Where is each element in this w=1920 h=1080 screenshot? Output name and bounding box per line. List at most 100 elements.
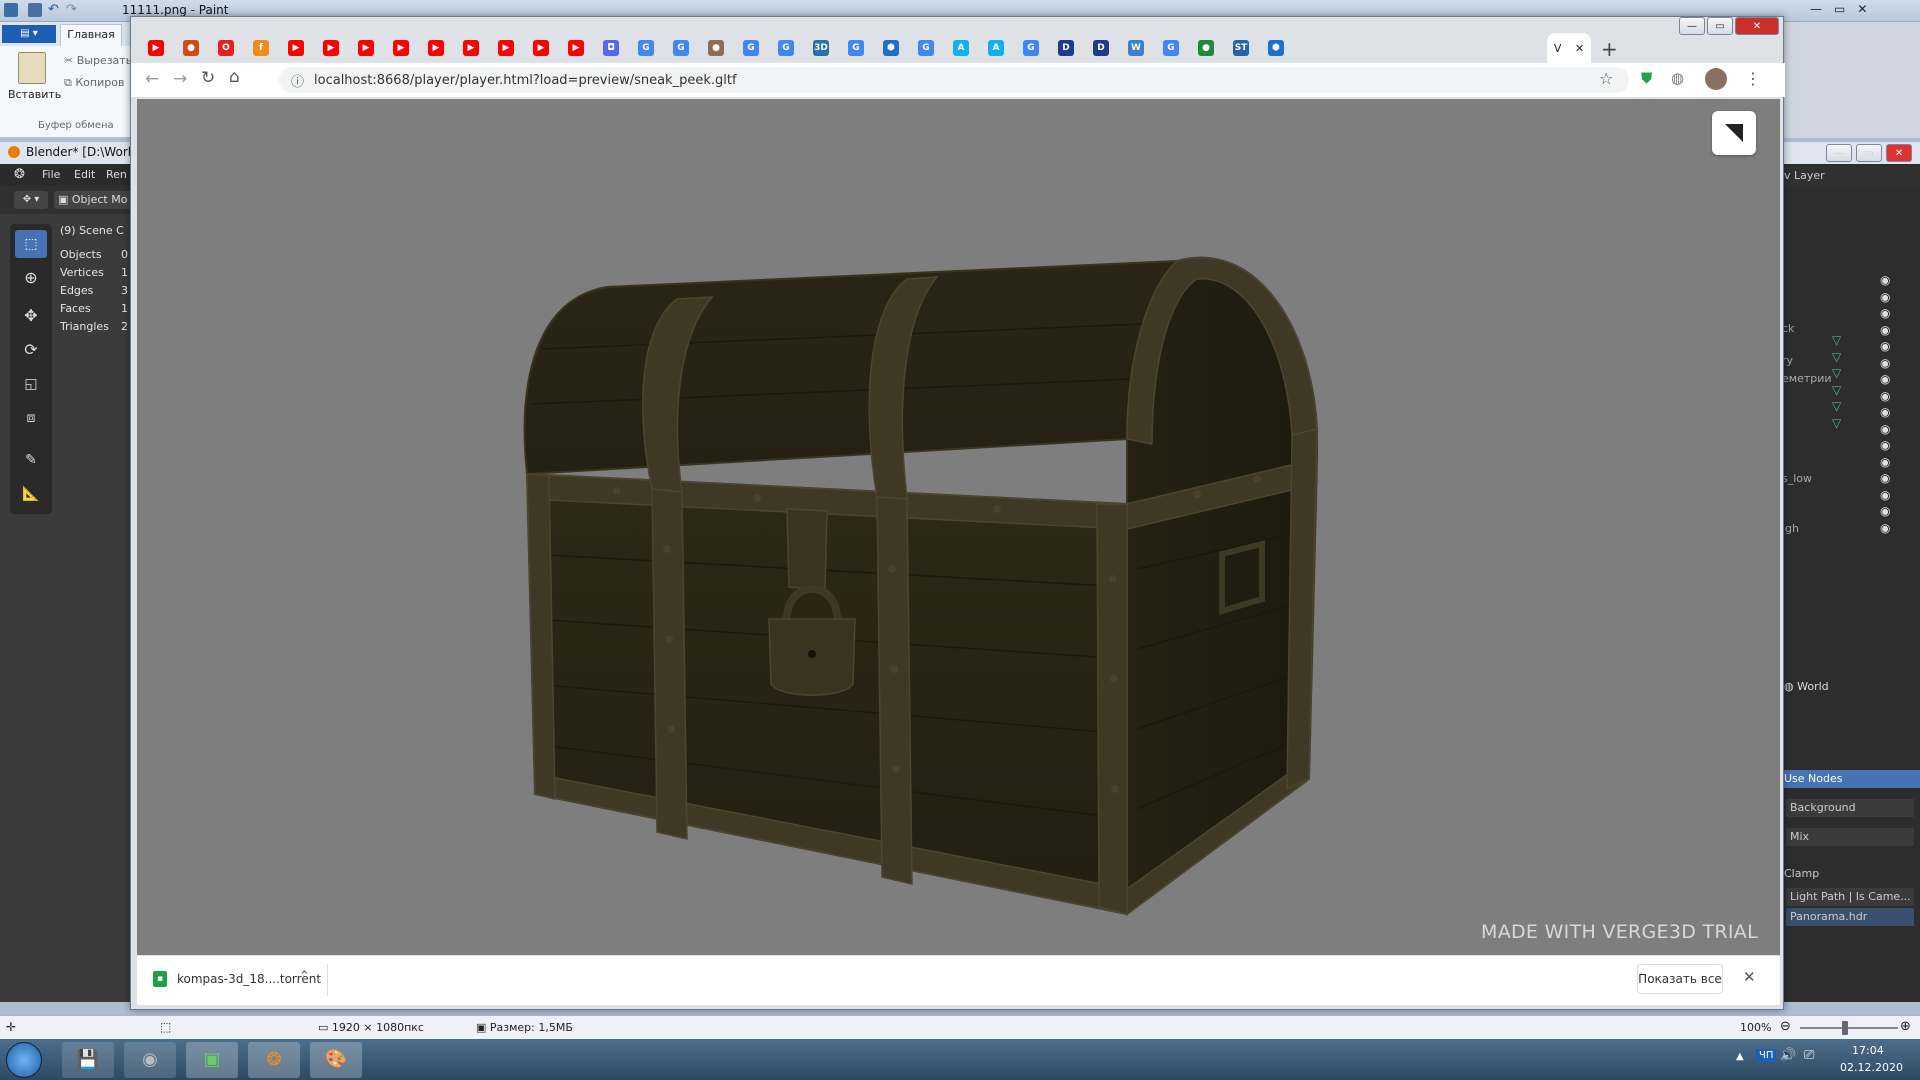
volume-icon[interactable]: 🔊 xyxy=(1780,1048,1796,1063)
fullscreen-button[interactable] xyxy=(1712,111,1756,155)
use-nodes-button[interactable]: Use Nodes xyxy=(1780,770,1920,788)
browser-tab[interactable]: ◘ xyxy=(592,33,630,63)
eye-icon[interactable]: ◉ ◉ ◉ ◉ ◉ ◉ ◉ ◉ ◉ ◉ ◉ ◉ ◉ ◉ ◉ ◉ xyxy=(1880,272,1890,536)
browser-tab[interactable]: ST xyxy=(1222,33,1260,63)
outliner-item[interactable]: igh xyxy=(1782,522,1799,535)
file-menu-button[interactable]: ▤ ▾ xyxy=(2,25,56,43)
browser-tab[interactable]: O xyxy=(207,33,245,63)
outliner-item[interactable]: еметрии xyxy=(1782,372,1832,385)
vpn-globe-icon[interactable]: ◍ xyxy=(1671,69,1684,87)
browser-tab[interactable]: D xyxy=(1047,33,1085,63)
redo-icon[interactable]: ↷ xyxy=(66,2,77,17)
browser-tab[interactable]: ▶ xyxy=(557,33,595,63)
show-all-button[interactable]: Показать все xyxy=(1637,964,1723,994)
taskbar-app-blender-icon[interactable]: ❂ xyxy=(248,1042,300,1078)
zoom-in-icon[interactable]: ⊕ xyxy=(1900,1019,1911,1034)
browser-tab[interactable]: A xyxy=(942,33,980,63)
browser-tab[interactable]: G xyxy=(837,33,875,63)
background-field[interactable]: Background xyxy=(1786,799,1914,817)
zoom-slider[interactable] xyxy=(1800,1027,1898,1029)
browser-tab[interactable]: G xyxy=(767,33,805,63)
transform-icon[interactable]: ⧈ xyxy=(15,404,47,432)
browser-tab[interactable]: A xyxy=(977,33,1015,63)
browser-tab[interactable]: G xyxy=(627,33,665,63)
annotate-icon[interactable]: ✎ xyxy=(15,446,47,474)
paint-close-icon[interactable]: ✕ xyxy=(1857,2,1867,16)
home-icon[interactable]: ⌂ xyxy=(229,67,240,87)
blender-minimize-icon[interactable]: — xyxy=(1826,144,1852,162)
info-icon[interactable]: ⓘ xyxy=(291,71,304,90)
start-button-icon[interactable] xyxy=(6,1042,42,1078)
taskbar-app-floppy-icon[interactable]: 💾 xyxy=(62,1042,114,1078)
clock-date[interactable]: 02.12.2020 xyxy=(1840,1061,1903,1074)
light-path-field[interactable]: Light Path | Is Came... xyxy=(1786,888,1914,906)
rotate-icon[interactable]: ⟳ xyxy=(15,336,47,364)
active-tab[interactable]: V ✕ xyxy=(1547,33,1591,63)
panorama-field[interactable]: Panorama.hdr xyxy=(1786,908,1914,926)
tab-home[interactable]: Главная xyxy=(60,24,122,46)
zoom-slider-thumb[interactable] xyxy=(1842,1021,1848,1035)
blender-close-icon[interactable]: ✕ xyxy=(1886,144,1912,162)
language-indicator[interactable]: ЧП xyxy=(1756,1049,1777,1062)
browser-tab[interactable]: ▶ xyxy=(137,33,175,63)
paint-maximize-icon[interactable]: ▭ xyxy=(1834,2,1845,16)
blender-logo-icon[interactable]: ❂ xyxy=(14,167,25,182)
taskbar-app-browser-icon[interactable]: ◉ xyxy=(124,1042,176,1078)
menu-edit[interactable]: Edit xyxy=(74,168,95,181)
browser-tab[interactable]: G xyxy=(1152,33,1190,63)
chevron-up-icon[interactable]: ⌃ xyxy=(299,969,310,984)
paste-icon[interactable] xyxy=(18,52,46,84)
close-download-bar-icon[interactable]: ✕ xyxy=(1743,968,1756,986)
forward-icon[interactable]: → xyxy=(173,69,187,89)
move-icon[interactable]: ✥ xyxy=(15,302,47,330)
browser-tab[interactable]: ▶ xyxy=(347,33,385,63)
copy-button[interactable]: ⧉ Копиров xyxy=(64,76,124,90)
browser-tab[interactable]: ▶ xyxy=(277,33,315,63)
menu-dots-icon[interactable]: ⋮ xyxy=(1745,69,1761,88)
new-tab-button[interactable]: + xyxy=(1601,37,1618,61)
browser-tab[interactable]: ▶ xyxy=(487,33,525,63)
clamp-checkbox[interactable]: Clamp xyxy=(1784,867,1819,880)
zoom-out-icon[interactable]: ⊖ xyxy=(1780,1019,1791,1034)
browser-tab[interactable]: ▶ xyxy=(312,33,350,63)
browser-tab[interactable]: f xyxy=(242,33,280,63)
webgl-viewport[interactable]: MADE WITH VERGE3D TRIAL xyxy=(137,99,1780,955)
address-bar[interactable]: ⓘ localhost:8668/player/player.html?load… xyxy=(279,67,1629,93)
browser-tab[interactable]: ● xyxy=(1187,33,1225,63)
blender-maximize-icon[interactable]: ▭ xyxy=(1856,144,1882,162)
browser-tab[interactable]: G xyxy=(1012,33,1050,63)
browser-tab[interactable]: G xyxy=(732,33,770,63)
outliner-item[interactable]: s_low xyxy=(1782,472,1812,485)
save-icon[interactable] xyxy=(28,3,42,17)
paste-button[interactable]: Вставить xyxy=(8,88,61,101)
cursor-icon[interactable]: ⊕ xyxy=(15,264,47,292)
browser-tab[interactable]: W xyxy=(1117,33,1155,63)
browser-tab[interactable]: ● xyxy=(697,33,735,63)
tray-arrow-icon[interactable]: ▲ xyxy=(1736,1051,1744,1062)
object-mode-dropdown[interactable]: ▣ Object Mo xyxy=(54,191,134,209)
scale-icon[interactable]: ◱ xyxy=(15,370,47,398)
network-icon[interactable]: ⎚ xyxy=(1804,1048,1814,1063)
undo-icon[interactable]: ↶ xyxy=(48,2,59,17)
cut-button[interactable]: ✂ Вырезать xyxy=(64,54,132,67)
editor-type-dropdown[interactable]: ✥ ▾ xyxy=(14,191,48,209)
browser-tab[interactable]: ▶ xyxy=(452,33,490,63)
browser-tab[interactable]: ▶ xyxy=(522,33,560,63)
select-box-icon[interactable]: ⬚ xyxy=(15,230,47,258)
browser-tab[interactable]: ▶ xyxy=(417,33,455,63)
bookmark-star-icon[interactable]: ☆ xyxy=(1599,69,1613,88)
taskbar-app-monitor-icon[interactable]: ▣ xyxy=(186,1042,238,1078)
browser-tab[interactable]: ● xyxy=(172,33,210,63)
browser-tab[interactable]: ⬢ xyxy=(1257,33,1295,63)
taskbar-app-paint-icon[interactable]: 🎨 xyxy=(310,1042,362,1078)
clock-time[interactable]: 17:04 xyxy=(1852,1044,1884,1057)
reload-icon[interactable]: ↻ xyxy=(201,68,215,88)
browser-tab[interactable]: D xyxy=(1082,33,1120,63)
menu-render[interactable]: Ren xyxy=(106,168,127,181)
avatar[interactable] xyxy=(1705,68,1727,90)
browser-tab[interactable]: ⬢ xyxy=(872,33,910,63)
browser-tab[interactable]: G xyxy=(907,33,945,63)
menu-file[interactable]: File xyxy=(42,168,60,181)
paint-minimize-icon[interactable]: — xyxy=(1810,2,1822,16)
back-icon[interactable]: ← xyxy=(145,69,159,89)
